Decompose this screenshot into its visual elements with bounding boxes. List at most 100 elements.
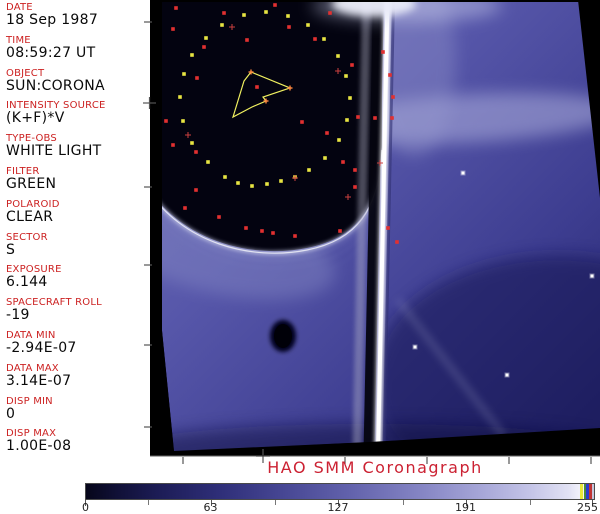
fiducial-yellow-dot — [178, 95, 182, 99]
fiducial-red-dot — [353, 185, 357, 189]
fiducial-yellow-dot — [306, 23, 310, 27]
field-value: 1.00E-08 — [6, 438, 72, 455]
fiducial-yellow-dot — [190, 141, 194, 145]
fiducial-red-dot — [171, 143, 175, 147]
fiducial-red-dot — [171, 27, 175, 31]
fiducial-yellow-dot — [337, 138, 341, 142]
fiducial-red-dot — [222, 11, 226, 15]
field-value: -19 — [6, 307, 30, 324]
colorbar — [85, 483, 595, 500]
fiducial-yellow-dot — [336, 54, 340, 58]
colorbar-tick-label: 0 — [82, 501, 89, 514]
star-glow — [589, 273, 595, 279]
star-glow — [412, 344, 418, 350]
field-label: OBJECT — [6, 67, 45, 79]
colorbar-tick-label: 191 — [455, 501, 476, 514]
fiducial-red-dot — [195, 76, 199, 80]
fiducial-red-dot — [245, 38, 249, 42]
field-label: DISP MIN — [6, 395, 53, 407]
field-value: -2.94E-07 — [6, 340, 77, 356]
colorbar-tick-label: 63 — [203, 501, 218, 514]
fiducial-yellow-dot — [181, 119, 185, 123]
sidebar-field-filter: FILTER GREEN — [6, 166, 148, 192]
fiducial-yellow-dot — [344, 74, 348, 78]
fiducial-yellow-dot — [242, 13, 246, 17]
field-value: (K+F)*V — [6, 110, 65, 127]
coronagraph-image-canvas — [143, 0, 600, 464]
field-value: CLEAR — [6, 208, 54, 225]
field-value: WHITE LIGHT — [6, 143, 102, 160]
fiducial-yellow-dot — [220, 23, 224, 27]
colorbar-minor-tick — [147, 500, 149, 505]
fiducial-red-dot — [350, 63, 354, 67]
fiducial-yellow-dot — [322, 37, 326, 41]
metadata-sidebar: DATE 18 Sep 1987 TIME 08:59:27 UT OBJECT SUN:… — [0, 0, 150, 458]
field-value: 0 — [6, 405, 16, 422]
fiducial-red-dot — [338, 229, 342, 233]
field-value: SUN:CORONA — [6, 77, 105, 94]
sidebar-field-disp-min: DISP MIN 0 — [6, 396, 148, 422]
coronagraph-image — [142, 0, 600, 472]
fiducial-yellow-dot — [345, 118, 349, 122]
fiducial-red-dot — [244, 226, 248, 230]
fiducial-red-dot — [341, 160, 345, 164]
fiducial-red-dot — [273, 3, 277, 7]
fiducial-red-dot — [287, 25, 291, 29]
sidebar-field-object: OBJECT SUN:CORONA — [6, 68, 148, 94]
fiducial-red-dot — [381, 50, 385, 54]
sidebar-field-data-min: DATA MIN -2.94E-07 — [6, 330, 148, 356]
fiducial-yellow-dot — [264, 10, 268, 14]
field-value: GREEN — [6, 176, 57, 192]
sidebar-field-intensity-source: INTENSITY SOURCE (K+F)*V — [6, 100, 148, 126]
sidebar-field-disp-max: DISP MAX 1.00E-08 — [6, 428, 148, 454]
fiducial-yellow-dot — [279, 179, 283, 183]
colorbar-minor-tick — [530, 500, 532, 505]
fiducial-yellow-dot — [323, 156, 327, 160]
fiducial-red-dot — [373, 116, 377, 120]
sidebar-field-sector: SECTOR S — [6, 232, 148, 258]
colorbar-tick-label: 127 — [327, 501, 349, 514]
fiducial-red-dot — [356, 115, 360, 119]
fiducial-red-dot — [391, 95, 395, 99]
fiducial-yellow-dot — [206, 160, 210, 164]
fiducial-red-dot — [164, 119, 168, 123]
fiducial-red-dot — [395, 240, 399, 244]
field-value: 3.14E-07 — [6, 372, 72, 389]
fiducial-yellow-dot — [204, 36, 208, 40]
sidebar-field-polaroid: POLAROID CLEAR — [6, 199, 148, 225]
colorbar-gradient — [86, 484, 594, 499]
field-value: 6.144 — [6, 274, 48, 291]
fiducial-yellow-dot — [182, 72, 186, 76]
fiducial-red-dot — [255, 85, 259, 89]
sidebar-field-data-max: DATA MAX 3.14E-07 — [6, 363, 148, 389]
sidebar-field-spacecraft-roll: SPACECRAFT ROLL -19 — [6, 297, 148, 323]
fiducial-yellow-dot — [236, 181, 240, 185]
fiducial-yellow-dot — [190, 53, 194, 57]
fiducial-red-dot — [194, 150, 198, 154]
fiducial-red-dot — [174, 6, 178, 10]
fiducial-red-dot — [194, 188, 198, 192]
colorbar-tick-label: 255 — [577, 501, 598, 514]
fiducial-red-dot — [328, 11, 332, 15]
fiducial-red-dot — [183, 206, 187, 210]
sidebar-field-type-obs: TYPE-OBS WHITE LIGHT — [6, 133, 148, 159]
fiducial-red-dot — [271, 231, 275, 235]
sidebar-field-date: DATE 18 Sep 1987 — [6, 2, 148, 28]
sidebar-field-exposure: EXPOSURE 6.144 — [6, 264, 148, 290]
colorbar-marker-stripe — [592, 484, 594, 499]
fiducial-red-dot — [353, 168, 357, 172]
field-value: 08:59:27 UT — [6, 44, 96, 61]
sidebar-field-time: TIME 08:59:27 UT — [6, 35, 148, 61]
fiducial-yellow-dot — [286, 14, 290, 18]
fiducial-red-dot — [217, 215, 221, 219]
star-glow — [504, 372, 510, 378]
fiducial-red-dot — [390, 116, 394, 120]
fiducial-yellow-dot — [250, 184, 254, 188]
field-label: SECTOR — [6, 231, 48, 243]
fiducial-red-dot — [202, 45, 206, 49]
image-title: HAO SMM Coronagraph — [267, 458, 483, 477]
fiducial-red-dot — [325, 131, 329, 135]
fiducial-yellow-dot — [223, 175, 227, 179]
colorbar-minor-tick — [275, 500, 277, 505]
star-glow — [460, 170, 466, 176]
